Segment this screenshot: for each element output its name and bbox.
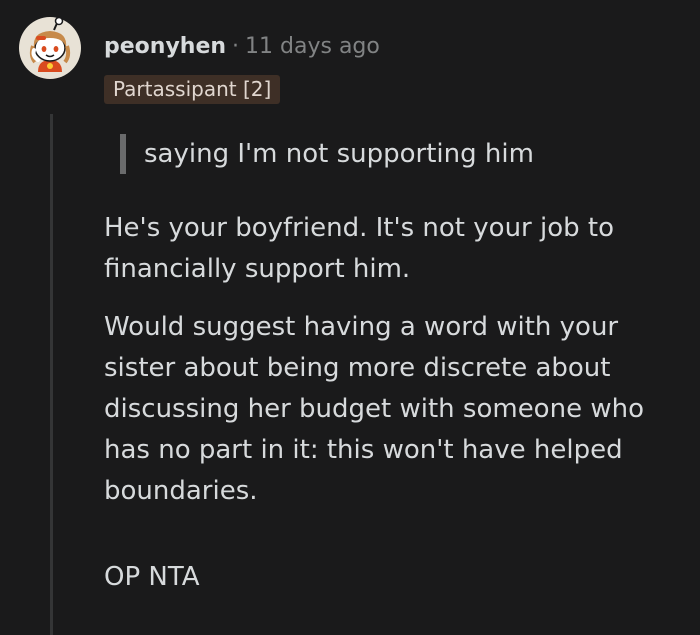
- paragraph-line: discussing her budget with someone who: [104, 394, 644, 424]
- username-link[interactable]: peonyhen: [104, 34, 226, 59]
- quote-text: saying I'm not supporting him: [144, 139, 534, 169]
- thread-collapse-line[interactable]: [50, 114, 53, 635]
- comment-paragraph: Would suggest having a word with your si…: [104, 307, 684, 512]
- user-avatar[interactable]: [18, 16, 82, 80]
- comment-meta: peonyhen · 11 days ago: [104, 33, 380, 61]
- comment-paragraph: OP NTA: [104, 557, 684, 598]
- blockquote: saying I'm not supporting him: [120, 134, 534, 174]
- paragraph-line: sister about being more discrete about: [104, 353, 611, 383]
- paragraph-line: boundaries.: [104, 476, 258, 506]
- meta-separator: ·: [232, 34, 240, 59]
- snoo-avatar-icon: [19, 16, 81, 79]
- quote-bar: [120, 134, 126, 174]
- paragraph-line: financially support him.: [104, 254, 411, 284]
- user-flair-badge: Partassipant [2]: [104, 75, 281, 104]
- paragraph-line: OP NTA: [104, 562, 200, 592]
- comment-body: He's your boyfriend. It's not your job t…: [104, 208, 684, 598]
- paragraph-line: Would suggest having a word with your: [104, 312, 619, 342]
- timestamp[interactable]: 11 days ago: [245, 34, 380, 59]
- comment-paragraph: He's your boyfriend. It's not your job t…: [104, 208, 684, 290]
- comment-card: peonyhen · 11 days ago Partassipant [2] sa…: [0, 0, 700, 635]
- paragraph-line: has no part in it: this won't have helpe…: [104, 435, 623, 465]
- paragraph-line: He's your boyfriend. It's not your job t…: [104, 213, 614, 243]
